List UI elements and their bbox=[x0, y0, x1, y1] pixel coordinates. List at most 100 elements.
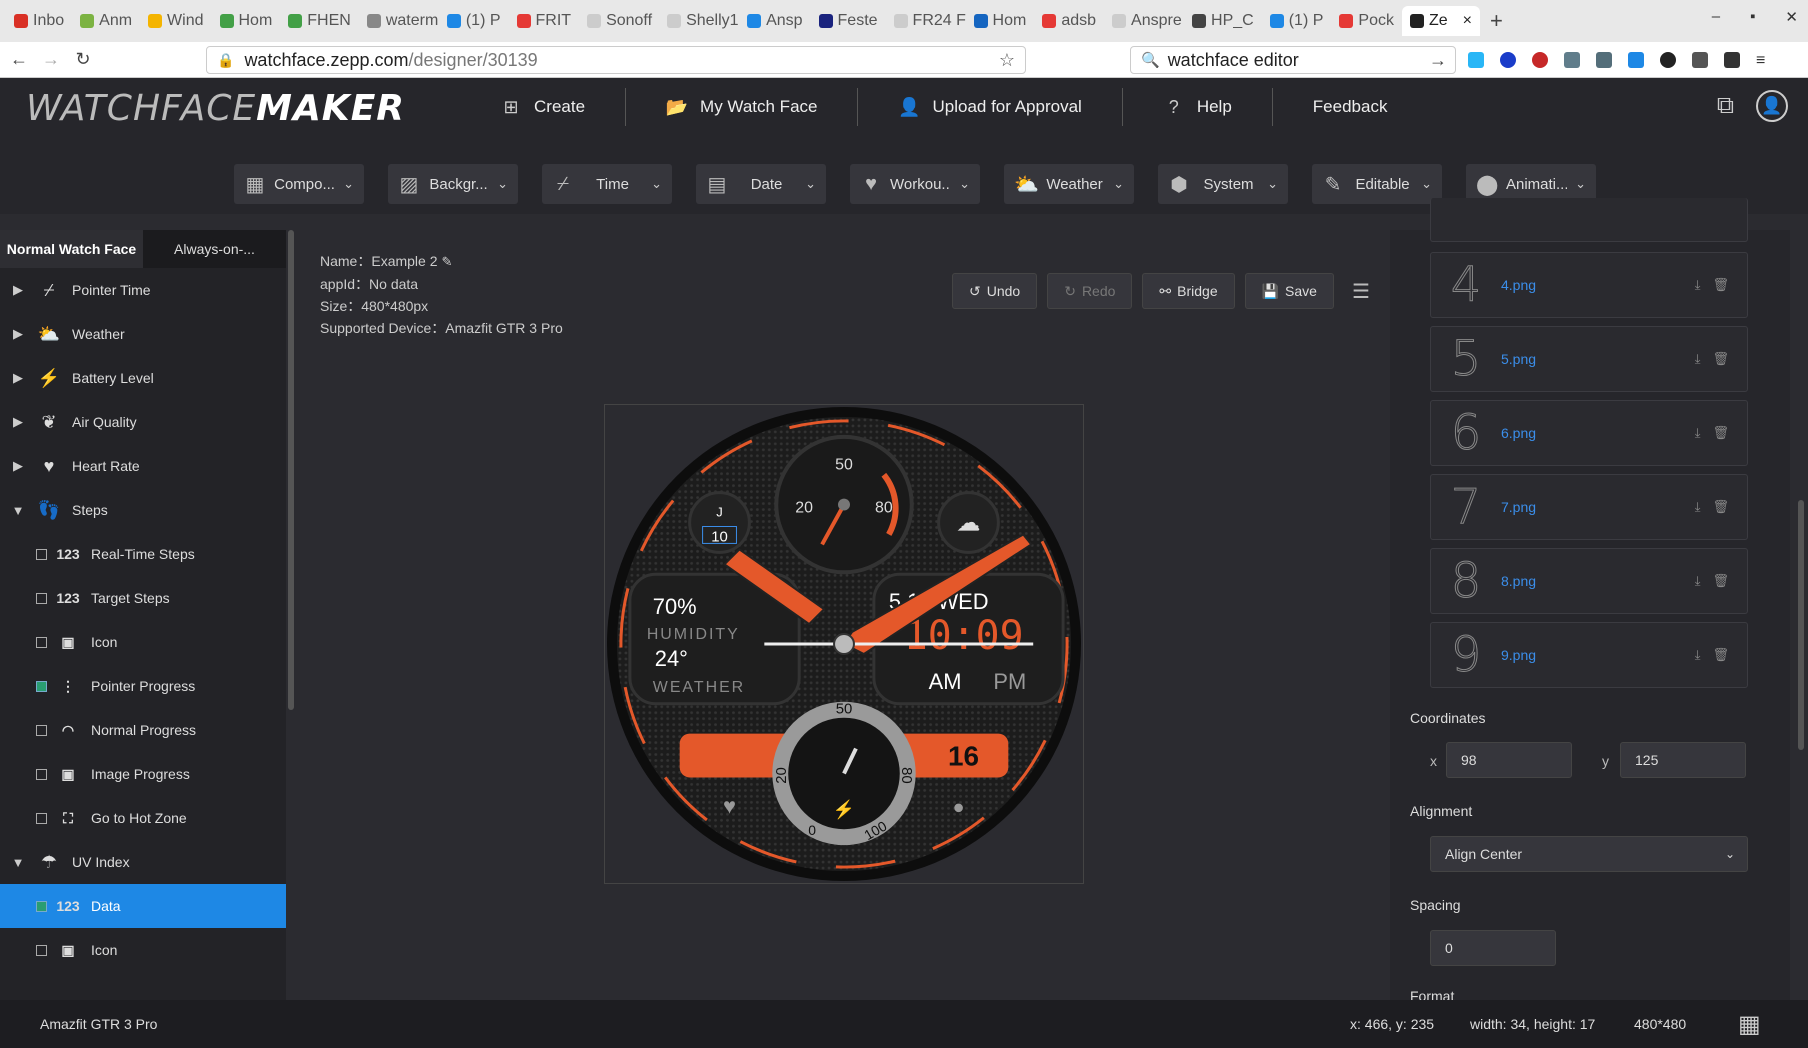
extension-icon[interactable] bbox=[1660, 52, 1676, 68]
caret-down-icon[interactable]: ▼ bbox=[0, 503, 36, 518]
component-dropdown[interactable]: ▦ Compo... ⌄ bbox=[234, 164, 364, 204]
undo-button[interactable]: ↺ Undo bbox=[952, 273, 1038, 309]
visibility-checkbox[interactable] bbox=[36, 724, 47, 736]
image-filename-link[interactable]: 5.png bbox=[1501, 351, 1695, 367]
caret-right-icon[interactable]: ▶ bbox=[0, 282, 36, 298]
tab-normal-watch-face[interactable]: Normal Watch Face bbox=[0, 230, 143, 268]
component-dropdown[interactable]: ⬢ System ⌄ bbox=[1158, 164, 1288, 204]
save-button[interactable]: 💾 Save bbox=[1244, 273, 1334, 309]
extension-icon[interactable] bbox=[1500, 52, 1516, 68]
extension-icon[interactable] bbox=[1468, 52, 1484, 68]
browser-tab[interactable]: Hom bbox=[966, 6, 1035, 36]
reload-icon[interactable]: ↻ bbox=[70, 49, 96, 70]
browser-tab[interactable]: adsb bbox=[1034, 6, 1104, 36]
caret-right-icon[interactable]: ▶ bbox=[0, 326, 36, 342]
bridge-button[interactable]: ⚯ Bridge bbox=[1142, 273, 1235, 309]
layer-group[interactable]: ▼ 👣 Steps bbox=[0, 488, 286, 532]
nav-upload-for-approval[interactable]: 👤 Upload for Approval bbox=[898, 88, 1123, 126]
layer-group[interactable]: ▶ ⛅ Weather bbox=[0, 312, 286, 356]
tab-always-on[interactable]: Always-on-... bbox=[143, 230, 286, 268]
edit-name-icon[interactable]: ✎ bbox=[442, 254, 453, 269]
maximize-icon[interactable]: ▪ bbox=[1750, 8, 1755, 26]
browser-tab[interactable]: Anm bbox=[72, 6, 140, 36]
layer-item[interactable]: 123 Target Steps bbox=[0, 576, 286, 620]
close-tab-icon[interactable]: × bbox=[1463, 12, 1472, 30]
url-field[interactable]: 🔒 watchface.zepp.com /designer/30139 ☆ bbox=[206, 46, 1026, 74]
layer-group[interactable]: ▶ ⌿ Pointer Time bbox=[0, 268, 286, 312]
visibility-checkbox[interactable] bbox=[36, 592, 47, 604]
download-icon[interactable]: ⤓ bbox=[1695, 647, 1701, 663]
browser-tab[interactable]: HP_C bbox=[1184, 6, 1262, 36]
caret-right-icon[interactable]: ▶ bbox=[0, 414, 36, 430]
browser-tab[interactable]: Hom bbox=[212, 6, 281, 36]
visibility-checkbox[interactable] bbox=[36, 548, 47, 560]
avatar[interactable]: 👤 bbox=[1756, 90, 1788, 122]
extension-icon[interactable] bbox=[1564, 52, 1580, 68]
component-dropdown[interactable]: ▨ Backgr... ⌄ bbox=[388, 164, 518, 204]
search-field[interactable]: 🔍 watchface editor → bbox=[1130, 46, 1456, 74]
image-edit-icon[interactable]: ⧉ bbox=[1717, 92, 1734, 120]
visibility-checkbox[interactable] bbox=[36, 680, 47, 692]
download-icon[interactable]: ⤓ bbox=[1695, 277, 1701, 293]
extension-icon[interactable] bbox=[1692, 52, 1708, 68]
menu-icon[interactable]: ≡ bbox=[1756, 52, 1765, 70]
visibility-checkbox[interactable] bbox=[36, 768, 47, 780]
trash-icon[interactable]: 🗑 bbox=[1712, 425, 1729, 441]
search-go-icon[interactable]: → bbox=[1429, 50, 1447, 71]
nav-help[interactable]: ? Help bbox=[1163, 88, 1273, 126]
alignment-select[interactable]: Align Center ⌄ bbox=[1430, 836, 1748, 872]
browser-tab[interactable]: Feste bbox=[811, 6, 886, 36]
extension-icon[interactable] bbox=[1724, 52, 1740, 68]
trash-icon[interactable]: 🗑 bbox=[1712, 499, 1729, 515]
browser-tab[interactable]: (1) P bbox=[439, 6, 509, 36]
download-icon[interactable]: ⤓ bbox=[1695, 499, 1701, 515]
layer-item[interactable]: ⋮ Pointer Progress bbox=[0, 664, 286, 708]
extension-icon[interactable] bbox=[1532, 52, 1548, 68]
visibility-checkbox[interactable] bbox=[36, 812, 47, 824]
bookmark-star-icon[interactable]: ☆ bbox=[999, 50, 1015, 71]
layer-item[interactable]: 123 Data bbox=[0, 884, 286, 928]
image-filename-link[interactable]: 7.png bbox=[1501, 499, 1695, 515]
trash-icon[interactable]: 🗑 bbox=[1712, 647, 1729, 663]
y-input[interactable]: 125 bbox=[1620, 742, 1746, 778]
caret-right-icon[interactable]: ▶ bbox=[0, 458, 36, 474]
browser-tab-active[interactable]: Ze × bbox=[1401, 6, 1480, 36]
visibility-checkbox[interactable] bbox=[36, 944, 47, 956]
minimize-icon[interactable]: – bbox=[1712, 8, 1720, 26]
browser-tab[interactable]: FRIT bbox=[509, 6, 580, 36]
nav-feedback[interactable]: Feedback bbox=[1313, 88, 1428, 126]
trash-icon[interactable]: 🗑 bbox=[1712, 277, 1729, 293]
browser-tab[interactable]: Wind bbox=[140, 6, 211, 36]
x-input[interactable]: 98 bbox=[1446, 742, 1572, 778]
browser-tab[interactable]: Ansp bbox=[739, 6, 810, 36]
forward-icon[interactable]: → bbox=[38, 49, 64, 70]
image-filename-link[interactable]: 4.png bbox=[1501, 277, 1695, 293]
browser-tab[interactable]: Pock bbox=[1331, 6, 1402, 36]
trash-icon[interactable]: 🗑 bbox=[1712, 351, 1729, 367]
nav-my-watch-face[interactable]: 📂 My Watch Face bbox=[666, 88, 859, 126]
browser-tab[interactable]: (1) P bbox=[1262, 6, 1332, 36]
layer-item[interactable]: 123 Real-Time Steps bbox=[0, 532, 286, 576]
component-dropdown[interactable]: ♥ Workou... ⌄ bbox=[850, 164, 980, 204]
browser-tab[interactable]: waterm bbox=[359, 6, 439, 36]
layer-group[interactable]: ▼ ☂ UV Index bbox=[0, 840, 286, 884]
right-scrollbar[interactable] bbox=[1798, 500, 1804, 750]
component-dropdown[interactable]: ⛅ Weather ⌄ bbox=[1004, 164, 1134, 204]
redo-button[interactable]: ↻ Redo bbox=[1047, 273, 1133, 309]
image-filename-link[interactable]: 6.png bbox=[1501, 425, 1695, 441]
nav-create[interactable]: ⊞ Create bbox=[500, 88, 627, 126]
layer-item[interactable]: ▣ Icon bbox=[0, 928, 286, 972]
layer-item[interactable]: ▣ Image Progress bbox=[0, 752, 286, 796]
layer-group[interactable]: ▶ ♥ Heart Rate bbox=[0, 444, 286, 488]
caret-down-icon[interactable]: ▼ bbox=[0, 855, 36, 870]
watch-canvas[interactable]: 50 20 80 J 10 ☁ 70% HUMIDITY 24° WEATHER… bbox=[604, 404, 1084, 884]
visibility-checkbox[interactable] bbox=[36, 636, 47, 648]
left-scrollbar[interactable] bbox=[288, 230, 294, 710]
download-icon[interactable]: ⤓ bbox=[1695, 351, 1701, 367]
grid-icon[interactable]: ▦ bbox=[1738, 1010, 1761, 1039]
caret-right-icon[interactable]: ▶ bbox=[0, 370, 36, 386]
browser-tab[interactable]: Sonoff bbox=[579, 6, 659, 36]
image-filename-link[interactable]: 9.png bbox=[1501, 647, 1695, 663]
browser-tab[interactable]: FR24 F bbox=[886, 6, 966, 36]
layer-item[interactable]: ⛶ Go to Hot Zone bbox=[0, 796, 286, 840]
